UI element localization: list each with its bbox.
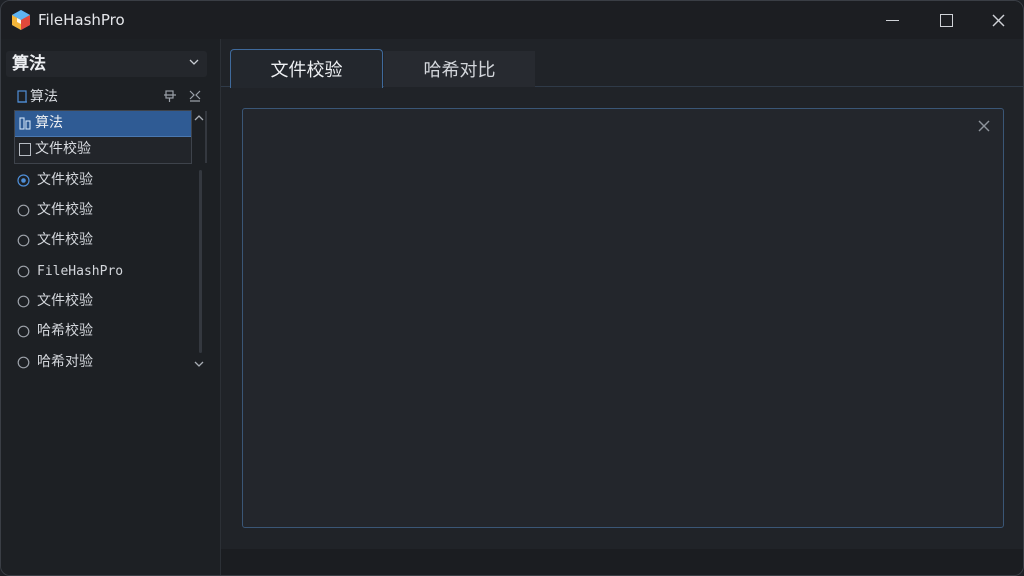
circle-icon — [17, 325, 30, 338]
maximize-button[interactable] — [921, 1, 971, 39]
algorithm-subheader: 算法 — [15, 87, 207, 107]
chevron-down-icon — [189, 59, 199, 65]
sidebar-item-file-verify-4[interactable]: 文件校验 — [15, 290, 195, 314]
sidebar-item-hash-check[interactable]: 哈希对验 — [15, 351, 195, 375]
maximize-icon — [939, 13, 953, 27]
circle-icon — [17, 204, 30, 217]
hash-icon — [19, 117, 31, 130]
sidebar-item-file-verify-3[interactable]: 文件校验 — [15, 229, 195, 253]
algorithm-group-title: 算法 — [12, 54, 46, 74]
tab-hash-compare[interactable]: 哈希对比 — [384, 51, 535, 87]
algorithm-subheader-label: 算法 — [30, 89, 58, 105]
sidebar-item-label: FileHashPro — [37, 264, 124, 279]
window-title: FileHashPro — [38, 11, 125, 29]
radio-checked-icon — [17, 174, 30, 187]
minimize-icon — [885, 19, 899, 21]
circle-icon — [17, 295, 30, 308]
app-logo-icon — [12, 10, 30, 30]
dropdown-item-file-verify[interactable]: 文件校验 — [15, 137, 191, 162]
dropdown-scrollbar[interactable] — [205, 111, 207, 163]
sidebar-item-label: 哈希对验 — [37, 354, 93, 370]
sidebar-item-label: 文件校验 — [37, 202, 93, 218]
tab-file-verify[interactable]: 文件校验 — [230, 49, 383, 88]
main-content: 文件校验 哈希对比 — [221, 39, 1023, 575]
minimize-button[interactable] — [867, 1, 917, 39]
circle-icon — [17, 234, 30, 247]
circle-icon — [17, 265, 30, 278]
sidebar-item-hash-verify[interactable]: 哈希校验 — [15, 320, 195, 344]
sidebar-item-label: 文件校验 — [37, 172, 93, 188]
status-bar — [221, 549, 1023, 575]
content-panel[interactable] — [242, 108, 1004, 528]
sidebar: 算法 算法 算法 文件校验 文件校验 文件校验 文件校验 FileHashPro… — [1, 39, 221, 575]
close-icon[interactable] — [977, 119, 991, 133]
close-window-button[interactable] — [973, 1, 1023, 39]
checkbox-icon — [19, 143, 31, 156]
document-icon — [17, 90, 27, 103]
close-icon — [992, 14, 1004, 26]
sidebar-scrollbar[interactable] — [199, 170, 202, 353]
sidebar-item-filehashpro[interactable]: FileHashPro — [15, 260, 195, 284]
algorithm-dropdown[interactable]: 算法 文件校验 — [14, 110, 192, 164]
sidebar-item-label: 文件校验 — [37, 293, 93, 309]
title-bar[interactable]: FileHashPro — [1, 1, 1023, 39]
sidebar-item-file-verify-1[interactable]: 文件校验 — [15, 169, 195, 193]
algorithm-group-header[interactable]: 算法 — [6, 51, 207, 77]
dropdown-item-algorithm[interactable]: 算法 — [15, 111, 191, 137]
pin-icon[interactable] — [163, 89, 177, 103]
sidebar-item-label: 哈希校验 — [37, 323, 93, 339]
circle-icon — [17, 356, 30, 369]
scroll-up-icon[interactable] — [193, 113, 205, 123]
sidebar-item-label: 文件校验 — [37, 232, 93, 248]
dropdown-item-label: 文件校验 — [35, 141, 91, 157]
app-window: FileHashPro 算法 算法 算法 文件校验 文件校验 文件校验 文件校验… — [0, 0, 1024, 576]
sidebar-item-file-verify-2[interactable]: 文件校验 — [15, 199, 195, 223]
dropdown-item-label: 算法 — [35, 115, 63, 131]
collapse-icon[interactable] — [188, 89, 202, 103]
